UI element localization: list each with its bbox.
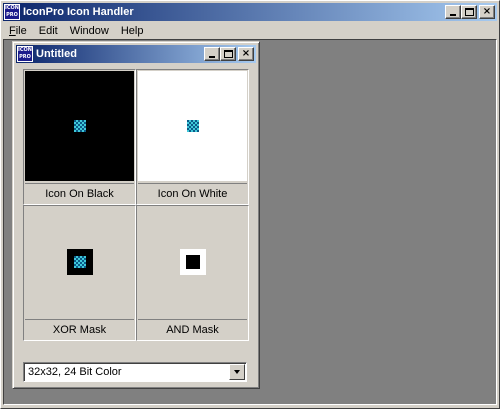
maximize-icon	[464, 8, 474, 16]
close-icon: ×	[241, 48, 251, 59]
close-button[interactable]: ×	[479, 5, 495, 19]
icon-image	[73, 120, 86, 132]
preview-and-mask-label: AND Mask	[138, 319, 247, 339]
preview-xor-mask-canvas[interactable]	[25, 207, 134, 317]
maximize-icon	[223, 50, 233, 58]
preview-grid: Icon On Black Icon On White XOR Mask AND…	[23, 69, 249, 341]
document-window: ICON PRO Untitled × Icon On Black Icon O…	[12, 41, 260, 389]
minimize-button[interactable]	[445, 5, 461, 19]
icon-image	[186, 120, 199, 132]
preview-and-mask: AND Mask	[136, 205, 249, 341]
menu-help[interactable]: Help	[115, 25, 150, 37]
dropdown-button[interactable]	[229, 364, 245, 380]
menu-bar: File Edit Window Help	[3, 22, 497, 39]
preview-xor-mask-label: XOR Mask	[25, 319, 134, 339]
close-icon: ×	[482, 6, 492, 17]
maximize-button[interactable]	[461, 5, 477, 19]
document-caption-buttons: ×	[204, 47, 254, 61]
app-title-bar[interactable]: ICON PRO IconPro Icon Handler ×	[3, 3, 497, 21]
preview-on-white-canvas[interactable]	[138, 71, 247, 181]
preview-on-black-canvas[interactable]	[25, 71, 134, 181]
document-minimize-button[interactable]	[204, 47, 220, 61]
and-mask-image	[179, 249, 206, 275]
preview-on-white-label: Icon On White	[138, 183, 247, 203]
icon-format-value: 32x32, 24 Bit Color	[28, 366, 122, 378]
menu-edit[interactable]: Edit	[33, 25, 64, 37]
xor-mask-image	[66, 249, 93, 275]
preview-on-black: Icon On Black	[23, 69, 136, 205]
icon-image	[73, 256, 86, 268]
preview-on-white: Icon On White	[136, 69, 249, 205]
document-title-bar[interactable]: ICON PRO Untitled ×	[16, 45, 256, 63]
minimize-icon	[209, 56, 215, 58]
preview-xor-mask: XOR Mask	[23, 205, 136, 341]
preview-and-mask-canvas[interactable]	[138, 207, 247, 317]
document-title: Untitled	[36, 48, 77, 60]
minimize-icon	[450, 14, 456, 16]
chevron-down-icon	[234, 370, 240, 374]
icon-format-select[interactable]: 32x32, 24 Bit Color	[23, 362, 247, 382]
app-window: ICON PRO IconPro Icon Handler × File Edi…	[0, 0, 500, 409]
app-logo-icon[interactable]: ICON PRO	[4, 4, 20, 20]
document-maximize-button[interactable]	[220, 47, 236, 61]
preview-on-black-label: Icon On Black	[25, 183, 134, 203]
document-close-button[interactable]: ×	[238, 47, 254, 61]
mdi-workspace: ICON PRO Untitled × Icon On Black Icon O…	[3, 39, 497, 405]
document-logo-icon[interactable]: ICON PRO	[17, 46, 33, 62]
and-mask-fill	[185, 255, 200, 269]
app-title: IconPro Icon Handler	[23, 6, 134, 18]
menu-file[interactable]: File	[3, 25, 33, 37]
app-caption-buttons: ×	[445, 5, 495, 19]
menu-window[interactable]: Window	[64, 25, 115, 37]
